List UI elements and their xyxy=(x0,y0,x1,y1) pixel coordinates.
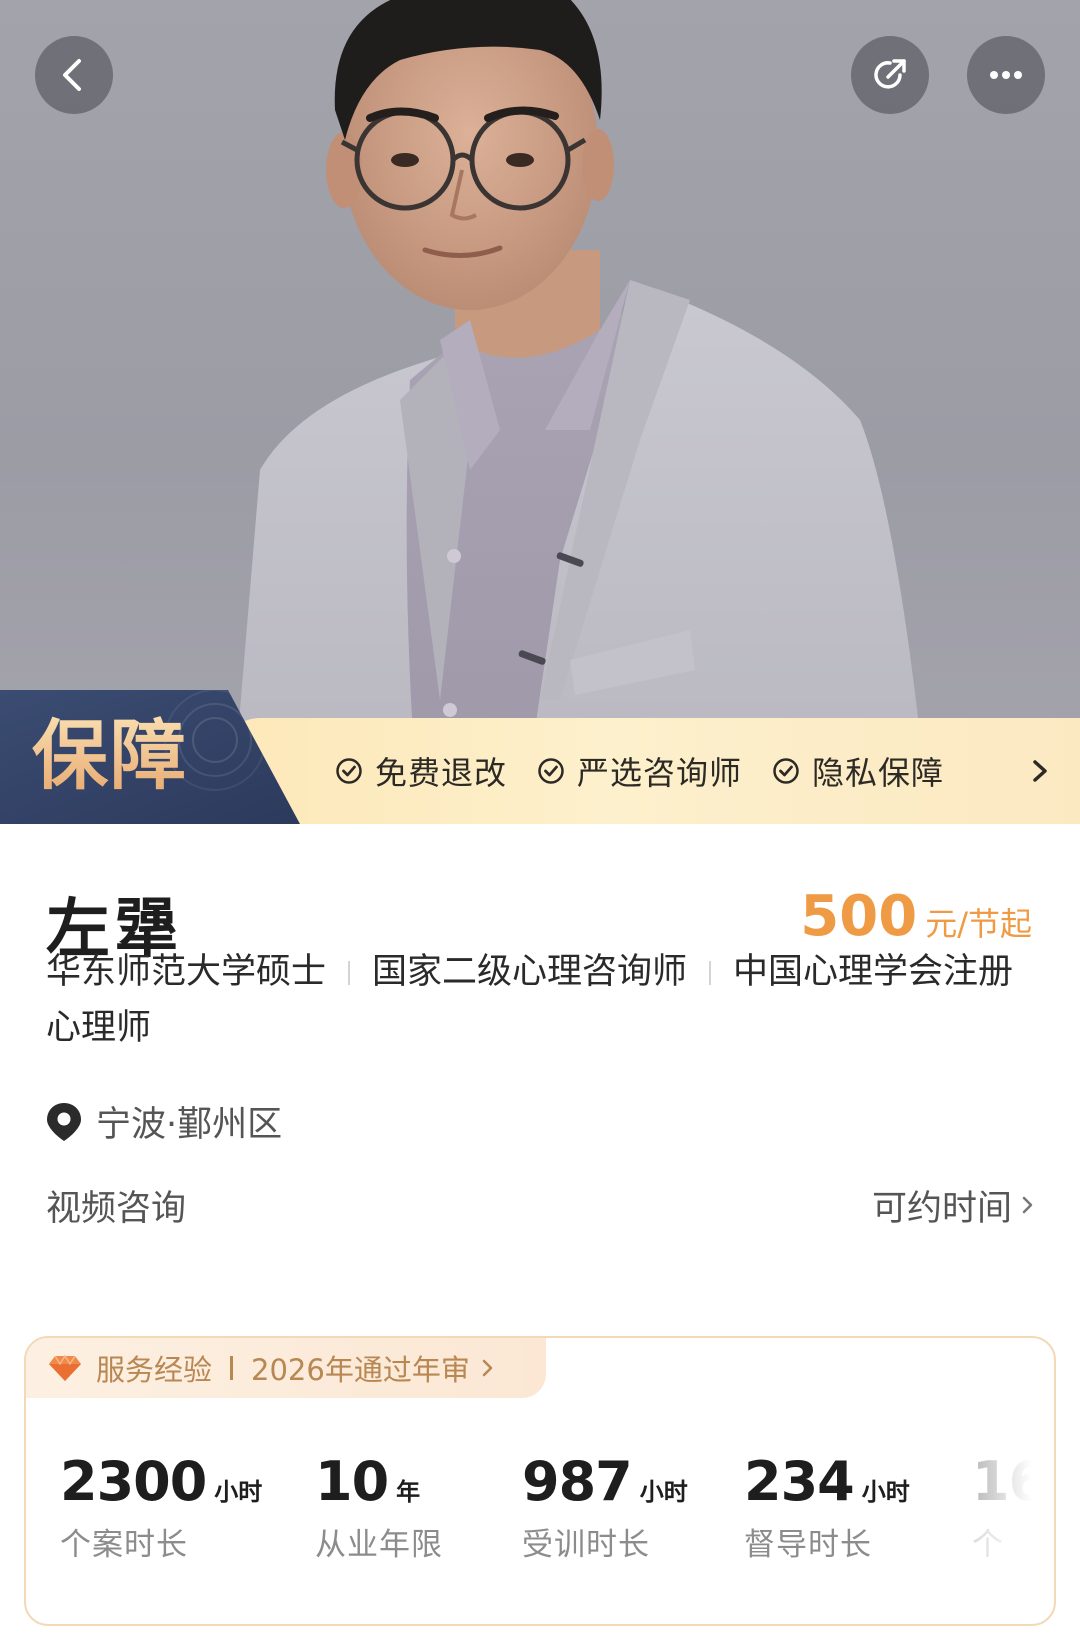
stat-value: 10 xyxy=(315,1450,389,1513)
check-circle-icon xyxy=(773,758,799,784)
back-button[interactable] xyxy=(35,36,113,114)
divider xyxy=(230,1356,234,1380)
check-circle-icon xyxy=(538,758,564,784)
divider xyxy=(348,961,351,985)
stat-unit: 小时 xyxy=(214,1478,263,1506)
stat-label: 受训时长 xyxy=(522,1527,650,1563)
location-text: 宁波·鄞州区 xyxy=(96,1105,283,1145)
stat-supervision-hours: 234 小时 督导时长 xyxy=(744,1450,910,1564)
stat-unit: 小时 xyxy=(639,1478,688,1506)
chevron-left-icon xyxy=(63,59,81,91)
chevron-right-icon xyxy=(1033,760,1047,782)
stat-label: 个案时长 xyxy=(60,1527,188,1563)
guarantee-item-selected: 严选咨询师 xyxy=(537,748,742,794)
diamond-icon xyxy=(49,1354,81,1381)
stat-label: 督导时长 xyxy=(744,1527,872,1563)
guarantee-item-label: 严选咨询师 xyxy=(577,754,743,792)
audit-status: 2026年通过年审 xyxy=(251,1353,470,1387)
scroll-fade xyxy=(964,1438,1054,1598)
stat-value: 987 xyxy=(522,1450,633,1513)
chevron-right-icon xyxy=(1022,1196,1033,1214)
stat-value: 2300 xyxy=(60,1450,207,1513)
check-circle-icon xyxy=(336,758,362,784)
price-value: 500 xyxy=(800,884,918,949)
stat-training-hours: 987 小时 受训时长 xyxy=(522,1450,688,1564)
share-icon xyxy=(874,59,906,89)
price-unit: 元/节起 xyxy=(925,905,1032,943)
profile-card: 左犟 500 元/节起 华东师范大学硕士 国家二级心理咨询师 中国心理学会注册心理师… xyxy=(0,824,1080,1641)
credential-item: 华东师范大学硕士 xyxy=(46,952,327,992)
experience-title: 服务经验 xyxy=(96,1353,213,1387)
stat-value: 234 xyxy=(744,1450,855,1513)
experience-audit-tag[interactable]: 服务经验 2026年通过年审 xyxy=(26,1338,546,1398)
guarantee-item-label: 免费退改 xyxy=(375,754,508,792)
share-button[interactable] xyxy=(851,36,929,114)
experience-stats: 2300 小时 个案时长 10 年 从业年限 987 小时 受训时长 234 小时 督导… xyxy=(60,1450,1046,1580)
location: 宁波·鄞州区 xyxy=(44,1096,282,1147)
chevron-right-icon xyxy=(482,1359,493,1377)
location-pin-icon xyxy=(47,1102,81,1141)
stat-case-hours: 2300 小时 个案时长 xyxy=(60,1450,262,1564)
credentials: 华东师范大学硕士 国家二级心理咨询师 中国心理学会注册心理师 xyxy=(46,944,1046,1056)
more-button[interactable] xyxy=(967,36,1045,114)
guarantee-badge-text: 保障 xyxy=(32,708,188,804)
stat-label: 从业年限 xyxy=(315,1527,443,1563)
guarantee-badge: 保障 xyxy=(0,690,300,824)
available-time-label: 可约时间 xyxy=(871,1188,1012,1229)
guarantee-items: 免费退改 严选咨询师 隐私保障 xyxy=(335,718,974,824)
divider xyxy=(709,961,712,985)
guarantee-item-label: 隐私保障 xyxy=(812,754,945,792)
consult-mode: 视频咨询 xyxy=(46,1188,187,1229)
guarantee-item-refund: 免费退改 xyxy=(335,748,507,794)
guarantee-item-privacy: 隐私保障 xyxy=(772,748,944,794)
stat-years: 10 年 从业年限 xyxy=(315,1450,443,1564)
stat-unit: 小时 xyxy=(861,1478,910,1506)
more-dots-icon xyxy=(990,71,1022,79)
stat-unit: 年 xyxy=(396,1478,421,1506)
guarantee-banner[interactable]: 保障 免费退改 严选咨询师 隐私保障 xyxy=(0,690,1080,824)
service-experience: 服务经验 2026年通过年审 2300 小时 个案时长 10 年 从业年限 987 小… xyxy=(24,1336,1056,1626)
consult-row: 视频咨询 可约时间 xyxy=(46,1180,1036,1230)
price: 500 元/节起 xyxy=(800,884,1032,949)
available-time-link[interactable]: 可约时间 xyxy=(872,1180,1036,1231)
credential-item: 国家二级心理咨询师 xyxy=(372,952,688,992)
counselor-profile-page: 保障 免费退改 严选咨询师 隐私保障 左犟 500 元/节起 华东师范大学硕士 … xyxy=(0,0,1080,1641)
